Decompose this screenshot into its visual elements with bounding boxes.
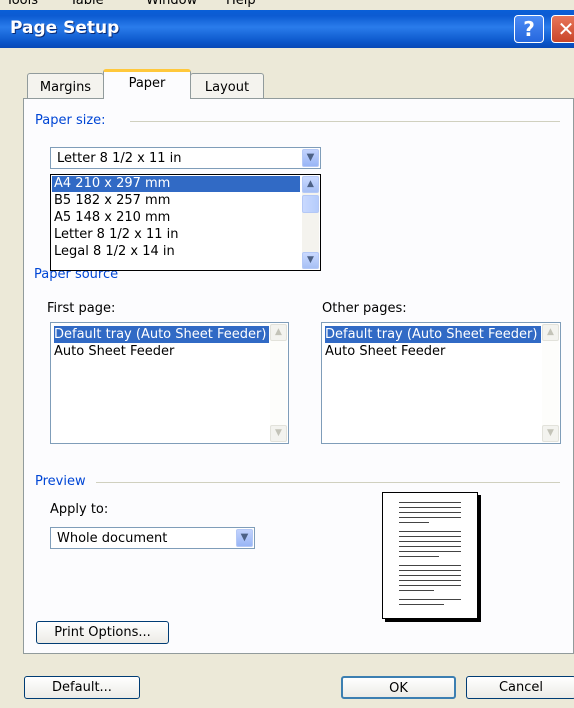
list-item[interactable]: Default tray (Auto Sheet Feeder) [54,326,269,343]
print-options-button[interactable]: Print Options... [36,621,169,644]
question-mark-icon: ? [523,17,535,41]
apply-to-label: Apply to: [50,502,109,517]
paper-size-option[interactable]: A5 148 x 210 mm [52,210,300,226]
tab-margins[interactable]: Margins [27,73,104,99]
paper-size-option[interactable]: Letter 8 1/2 x 11 in [52,227,300,243]
other-pages-scrollbar[interactable]: ▲ ▼ [542,324,559,442]
preview-text-line [399,580,461,581]
chevron-down-icon[interactable]: ▼ [302,149,319,167]
preview-text-line [399,590,434,591]
dropdown-scrollbar[interactable]: ▲ ▼ [302,176,319,269]
preview-text-line [399,536,461,537]
preview-text-line [399,556,439,557]
preview-text-line [399,512,461,513]
scroll-up-icon[interactable]: ▲ [270,324,287,341]
first-page-listbox[interactable]: Default tray (Auto Sheet Feeder) Auto Sh… [50,322,289,444]
menu-bar: Tools Table Window Help [0,0,574,10]
paper-size-dropdown-list[interactable]: A4 210 x 297 mm B5 182 x 257 mm A5 148 x… [50,174,321,271]
menu-window[interactable]: Window [146,0,197,8]
first-page-scrollbar[interactable]: ▲ ▼ [270,324,287,442]
ok-button[interactable]: OK [341,676,456,699]
menu-table[interactable]: Table [70,0,104,8]
paper-size-select[interactable]: Letter 8 1/2 x 11 in ▼ [50,147,321,169]
preview-group-label: Preview [35,474,92,489]
paper-size-option[interactable]: Legal 8 1/2 x 14 in [52,244,300,260]
preview-text-line [399,570,461,571]
other-pages-label: Other pages: [322,301,407,316]
tab-layout[interactable]: Layout [190,73,264,99]
scroll-up-icon[interactable]: ▲ [302,176,319,193]
apply-to-select[interactable]: Whole document ▼ [50,527,255,549]
preview-text-line [399,551,461,552]
tab-paper[interactable]: Paper [103,69,191,99]
preview-text-line [399,522,429,523]
scroll-down-icon[interactable]: ▼ [302,252,319,269]
preview-text-line [399,531,461,532]
preview-text-line [399,502,461,503]
menu-help[interactable]: Help [226,0,256,8]
preview-text-line [399,599,461,600]
paper-size-option[interactable]: A4 210 x 297 mm [52,176,300,192]
tab-layout-label: Layout [204,80,250,95]
preview-text-line [399,565,461,566]
tab-paper-label: Paper [128,76,166,91]
menu-tools[interactable]: Tools [6,0,38,8]
preview-text-line [399,575,461,576]
paper-size-group-label: Paper size: [35,113,112,128]
default-button[interactable]: Default... [24,676,140,699]
paper-size-value: Letter 8 1/2 x 11 in [57,151,182,166]
list-item[interactable]: Auto Sheet Feeder [325,343,445,360]
preview-text-line [399,546,461,547]
preview-text-line [399,604,444,605]
paper-size-divider [130,121,560,122]
chevron-down-icon[interactable]: ▼ [236,529,253,547]
preview-text-line [399,541,461,542]
close-button[interactable]: ✕ [551,15,574,43]
preview-text-line [399,517,461,518]
page-preview-thumbnail [382,492,478,619]
paper-size-option[interactable]: B5 182 x 257 mm [52,193,300,209]
list-item[interactable]: Default tray (Auto Sheet Feeder) [325,326,541,343]
preview-text-line [399,507,461,508]
scroll-down-icon[interactable]: ▼ [270,425,287,442]
scroll-up-icon[interactable]: ▲ [542,324,559,341]
list-item[interactable]: Auto Sheet Feeder [54,343,174,360]
preview-text-line [399,585,461,586]
preview-divider [96,482,560,483]
cancel-button[interactable]: Cancel [466,676,574,699]
tab-margins-label: Margins [39,80,92,95]
dialog-body: Margins Paper Layout Paper size: Letter … [0,48,574,708]
apply-to-value: Whole document [57,531,168,546]
scroll-thumb[interactable] [302,195,319,213]
title-bar: Page Setup ? ✕ [0,10,574,48]
other-pages-listbox[interactable]: Default tray (Auto Sheet Feeder) Auto Sh… [321,322,561,444]
first-page-label: First page: [47,301,116,316]
help-button[interactable]: ? [514,15,544,43]
window-title: Page Setup [10,18,120,38]
close-icon: ✕ [557,17,574,41]
scroll-down-icon[interactable]: ▼ [542,425,559,442]
